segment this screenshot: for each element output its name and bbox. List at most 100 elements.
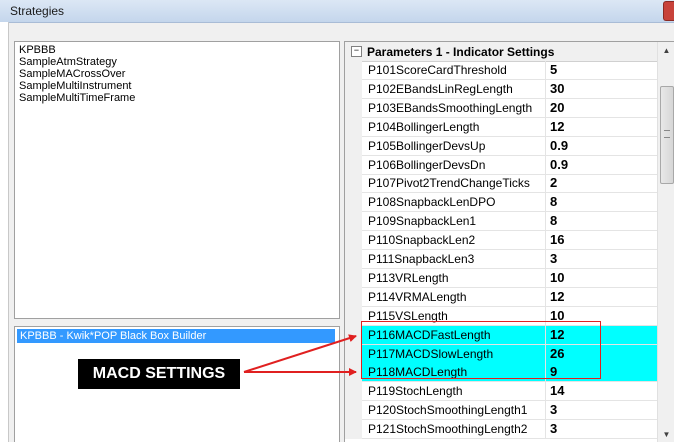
parameter-row[interactable]: P116MACDFastLength 12	[345, 325, 657, 345]
parameter-row[interactable]: P119StochLength 14	[345, 382, 657, 402]
row-gutter	[345, 212, 362, 232]
parameter-value[interactable]: 3	[546, 250, 657, 269]
parameter-name: P117MACDSlowLength	[362, 344, 546, 364]
parameter-row[interactable]: P109SnapbackLen1 8	[345, 212, 657, 232]
scroll-down-icon[interactable]: ▼	[658, 426, 674, 442]
parameter-row[interactable]: P121StochSmoothingLength2 3	[345, 420, 657, 440]
close-icon[interactable]	[663, 1, 674, 21]
strategy-list[interactable]: KPBBB SampleAtmStrategy SampleMACrossOve…	[14, 41, 340, 319]
row-gutter	[345, 363, 362, 383]
parameter-name: P111SnapbackLen3	[362, 250, 546, 269]
parameter-row[interactable]: P111SnapbackLen3 3	[345, 250, 657, 269]
parameter-value[interactable]: 10	[546, 269, 657, 288]
parameter-name: P110SnapbackLen2	[362, 231, 546, 251]
row-gutter	[345, 401, 362, 421]
grip-icon	[664, 130, 670, 138]
parameter-name: P103EBandsSmoothingLength	[362, 98, 546, 118]
vertical-scrollbar[interactable]: ▲ ▼	[657, 42, 674, 442]
parameter-row[interactable]: P104BollingerLength 12	[345, 117, 657, 137]
parameter-name: P106BollingerDevsDn	[362, 155, 546, 175]
parameter-value[interactable]: 0.9	[546, 137, 657, 156]
parameter-name: P114VRMALength	[362, 287, 546, 307]
parameters-category-header[interactable]: − Parameters 1 - Indicator Settings	[345, 42, 657, 62]
parameter-value[interactable]: 30	[546, 80, 657, 99]
row-gutter	[345, 117, 362, 137]
parameter-name: P105BollingerDevsUp	[362, 136, 546, 156]
parameter-value[interactable]: 20	[546, 99, 657, 118]
left-border	[0, 22, 9, 442]
row-gutter	[345, 98, 362, 118]
parameter-value[interactable]: 5	[546, 61, 657, 80]
parameter-value[interactable]: 12	[546, 288, 657, 307]
parameter-name: P113VRLength	[362, 268, 546, 288]
splitter[interactable]	[14, 319, 340, 326]
row-gutter	[345, 344, 362, 364]
parameter-name: P104BollingerLength	[362, 117, 546, 137]
parameter-value[interactable]: 26	[546, 344, 657, 364]
strategy-item-kpbbb[interactable]: KPBBB	[15, 44, 339, 56]
parameter-row[interactable]: P110SnapbackLen2 16	[345, 231, 657, 251]
strategy-item-samplemultitimeframe[interactable]: SampleMultiTimeFrame	[15, 92, 339, 104]
parameter-row[interactable]: P105BollingerDevsUp 0.9	[345, 136, 657, 156]
parameter-row[interactable]: P115VSLength 10	[345, 306, 657, 326]
parameter-value[interactable]: 10	[546, 307, 657, 326]
parameter-name: P121StochSmoothingLength2	[362, 420, 546, 440]
strategy-item-samplemultiinstrument[interactable]: SampleMultiInstrument	[15, 80, 339, 92]
parameter-value[interactable]: 9	[546, 363, 657, 383]
parameter-value[interactable]: 8	[546, 193, 657, 213]
strategy-item-samplemacrossover[interactable]: SampleMACrossOver	[15, 68, 339, 80]
title-bar: Strategies	[0, 0, 674, 23]
row-gutter	[345, 250, 362, 269]
window-title: Strategies	[10, 4, 65, 18]
parameter-row[interactable]: P118MACDLength 9	[345, 363, 657, 383]
row-gutter	[345, 136, 362, 156]
parameter-row[interactable]: P108SnapbackLenDPO 8	[345, 193, 657, 213]
scrollbar-thumb[interactable]	[660, 86, 674, 184]
parameter-name: P108SnapbackLenDPO	[362, 193, 546, 213]
parameter-name: P102EBandsLinRegLength	[362, 79, 546, 99]
row-gutter	[345, 174, 362, 194]
parameter-value[interactable]: 2	[546, 174, 657, 194]
parameter-name: P118MACDLength	[362, 363, 546, 383]
scroll-up-icon[interactable]: ▲	[658, 42, 674, 59]
parameter-value[interactable]: 3	[546, 420, 657, 440]
row-gutter	[345, 231, 362, 251]
parameter-row[interactable]: P102EBandsLinRegLength 30	[345, 79, 657, 99]
parameter-value[interactable]: 8	[546, 212, 657, 232]
parameter-value[interactable]: 12	[546, 118, 657, 137]
collapse-icon[interactable]: −	[351, 46, 362, 57]
row-gutter	[345, 61, 362, 80]
parameter-name: P120StochSmoothingLength1	[362, 401, 546, 421]
parameter-row[interactable]: P113VRLength 10	[345, 268, 657, 288]
row-gutter	[345, 268, 362, 288]
row-gutter	[345, 287, 362, 307]
parameter-row[interactable]: P107Pivot2TrendChangeTicks 2	[345, 174, 657, 194]
parameter-row[interactable]: P117MACDSlowLength 26	[345, 344, 657, 364]
row-gutter	[345, 420, 362, 440]
parameter-value[interactable]: 12	[546, 325, 657, 345]
strategy-item-sampleatmstrategy[interactable]: SampleAtmStrategy	[15, 56, 339, 68]
row-gutter	[345, 382, 362, 402]
parameter-row[interactable]: P106BollingerDevsDn 0.9	[345, 155, 657, 175]
parameter-row[interactable]: P103EBandsSmoothingLength 20	[345, 98, 657, 118]
parameter-name: P115VSLength	[362, 306, 546, 326]
row-gutter	[345, 306, 362, 326]
parameter-name: P109SnapbackLen1	[362, 212, 546, 232]
row-gutter	[345, 325, 362, 345]
row-gutter	[345, 193, 362, 213]
parameter-row[interactable]: P101ScoreCardThreshold 5	[345, 61, 657, 80]
parameter-value[interactable]: 0.9	[546, 156, 657, 175]
parameter-value[interactable]: 14	[546, 382, 657, 402]
parameter-row[interactable]: P114VRMALength 12	[345, 287, 657, 307]
macd-settings-label: MACD SETTINGS	[78, 359, 240, 389]
parameters-category-title: Parameters 1 - Indicator Settings	[367, 45, 555, 59]
parameter-value[interactable]: 16	[546, 231, 657, 251]
selected-strategy-item[interactable]: KPBBB - Kwik*POP Black Box Builder	[17, 329, 335, 343]
parameter-name: P101ScoreCardThreshold	[362, 61, 546, 80]
parameter-name: P119StochLength	[362, 382, 546, 402]
row-gutter	[345, 79, 362, 99]
parameter-name: P116MACDFastLength	[362, 325, 546, 345]
parameter-row[interactable]: P120StochSmoothingLength1 3	[345, 401, 657, 421]
parameters-grid: − Parameters 1 - Indicator Settings P101…	[344, 41, 674, 442]
parameter-value[interactable]: 3	[546, 401, 657, 421]
